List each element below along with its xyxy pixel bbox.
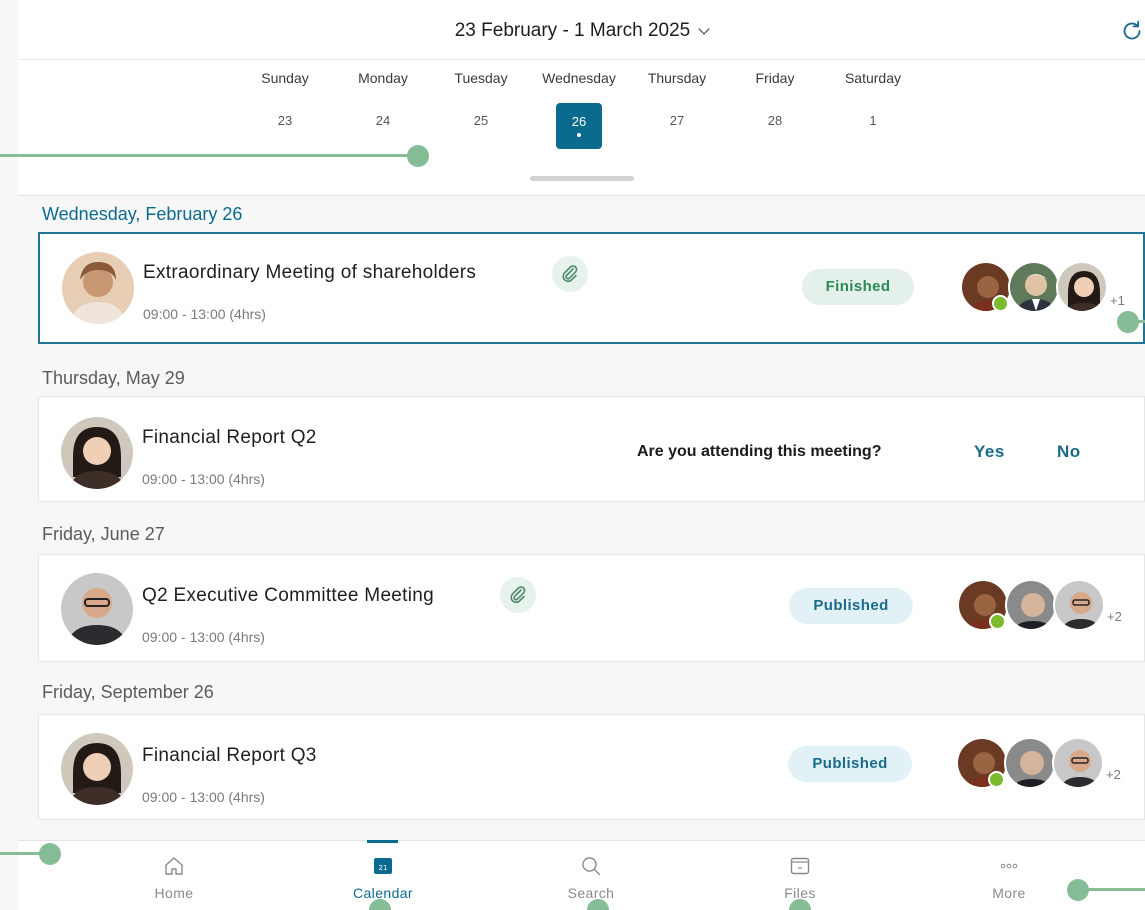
meeting-time: 09:00 - 13:00 (4hrs)	[142, 629, 265, 645]
date-heading: Friday, September 26	[42, 682, 214, 702]
meeting-card[interactable]: Extraordinary Meeting of shareholders 09…	[38, 232, 1145, 344]
meeting-title: Financial Report Q3	[142, 745, 317, 766]
avatar	[1004, 737, 1056, 789]
day-number: 28	[767, 113, 783, 128]
date-heading: Thursday, May 29	[42, 368, 185, 388]
date-heading: Friday, June 27	[42, 524, 165, 544]
extra-attendees-count: +1	[1110, 293, 1125, 308]
meeting-card[interactable]: Financial Report Q2 09:00 - 13:00 (4hrs)…	[38, 396, 1145, 502]
status-badge: Finished	[802, 269, 914, 305]
more-icon	[1000, 863, 1018, 869]
attendee-avatars: +1	[960, 261, 1145, 315]
meeting-card[interactable]: Q2 Executive Committee Meeting 09:00 - 1…	[38, 554, 1145, 662]
avatar	[1005, 579, 1057, 631]
day-name: Saturday	[844, 70, 902, 86]
day-name: Wednesday	[542, 70, 616, 86]
day-name: Tuesday	[454, 70, 508, 86]
callout-dot	[1067, 879, 1089, 901]
date-range-selector[interactable]: 23 February - 1 March 2025	[18, 20, 1145, 42]
callout-dot	[1117, 311, 1139, 333]
avatar	[61, 733, 133, 805]
home-icon	[165, 857, 183, 875]
avatar	[1056, 261, 1108, 313]
day-name: Thursday	[647, 70, 707, 86]
bottom-tab-bar: Home 21 Calendar Search Files More	[18, 840, 1145, 910]
day-number: 26	[571, 114, 587, 129]
selected-day-number: 26	[556, 103, 602, 149]
rsvp-yes-button[interactable]: Yes	[974, 442, 1005, 462]
meeting-card[interactable]: Financial Report Q3 09:00 - 13:00 (4hrs)…	[38, 714, 1145, 820]
rsvp-no-button[interactable]: No	[1057, 442, 1081, 462]
tab-label: More	[992, 885, 1026, 901]
accepted-check-icon	[989, 613, 1006, 630]
tab-home[interactable]: Home	[114, 841, 234, 910]
tab-label: Home	[154, 885, 194, 901]
drag-handle[interactable]	[530, 176, 634, 181]
extra-attendees-count: +2	[1106, 767, 1121, 782]
day-number: 25	[473, 113, 489, 128]
week-strip: Sunday 23 Monday 24 Tuesday 25 Wednesday…	[236, 68, 922, 158]
day-thursday[interactable]: Thursday 27	[628, 68, 726, 149]
date-heading: Wednesday, February 26	[42, 204, 243, 224]
active-tab-indicator	[367, 840, 398, 843]
callout-dot	[407, 145, 429, 167]
day-friday[interactable]: Friday 28	[726, 68, 824, 149]
chevron-down-icon	[698, 22, 710, 35]
avatar	[61, 417, 133, 489]
day-number: 24	[375, 113, 391, 128]
callout-dot	[39, 843, 61, 865]
meeting-title: Financial Report Q2	[142, 427, 317, 448]
status-badge: Published	[788, 746, 912, 782]
attendee-avatars: +2	[956, 737, 1145, 791]
day-monday[interactable]: Monday 24	[334, 68, 432, 149]
meeting-title: Q2 Executive Committee Meeting	[142, 585, 435, 606]
calendar-screen: 23 February - 1 March 2025 Sunday 23 Mon…	[18, 0, 1145, 910]
day-name: Friday	[755, 70, 795, 86]
day-number: 27	[669, 113, 685, 128]
day-number: 1	[869, 113, 877, 128]
accepted-check-icon	[988, 771, 1005, 788]
attachment-icon[interactable]	[500, 577, 536, 613]
extra-attendees-count: +2	[1107, 609, 1122, 624]
avatar	[1008, 261, 1060, 313]
day-sunday[interactable]: Sunday 23	[236, 68, 334, 149]
rsvp-question: Are you attending this meeting?	[637, 443, 882, 460]
tab-more[interactable]: More	[949, 841, 1069, 910]
calendar-icon: 21	[374, 858, 392, 874]
avatar	[62, 252, 134, 324]
event-dot-icon	[577, 133, 581, 137]
attendee-avatars: +2	[957, 579, 1145, 633]
folder-icon	[790, 857, 810, 875]
attachment-icon[interactable]	[552, 256, 588, 292]
header-divider	[18, 59, 1145, 60]
calendar-header: 23 February - 1 March 2025 Sunday 23 Mon…	[18, 0, 1145, 196]
meeting-time: 09:00 - 13:00 (4hrs)	[142, 471, 265, 487]
meeting-time: 09:00 - 13:00 (4hrs)	[142, 789, 265, 805]
avatar	[61, 573, 133, 645]
day-name: Sunday	[261, 70, 309, 86]
search-icon	[582, 857, 601, 876]
calendar-icon-badge: 21	[379, 864, 388, 872]
callout-line	[0, 154, 410, 157]
tab-label: Search	[567, 885, 615, 901]
tab-search[interactable]: Search	[531, 841, 651, 910]
avatar	[1052, 737, 1104, 789]
day-saturday[interactable]: Saturday 1	[824, 68, 922, 149]
day-tuesday[interactable]: Tuesday 25	[432, 68, 530, 149]
day-wednesday[interactable]: Wednesday 26	[530, 68, 628, 149]
avatar	[1053, 579, 1105, 631]
meeting-time: 09:00 - 13:00 (4hrs)	[143, 306, 266, 322]
date-range-label: 23 February - 1 March 2025	[454, 20, 691, 41]
refresh-icon[interactable]	[1120, 19, 1144, 43]
day-name: Monday	[358, 70, 408, 86]
day-number: 23	[277, 113, 293, 128]
meeting-title: Extraordinary Meeting of shareholders	[143, 262, 477, 283]
status-badge: Published	[789, 588, 913, 624]
accepted-check-icon	[992, 295, 1009, 312]
callout-line	[0, 852, 40, 855]
